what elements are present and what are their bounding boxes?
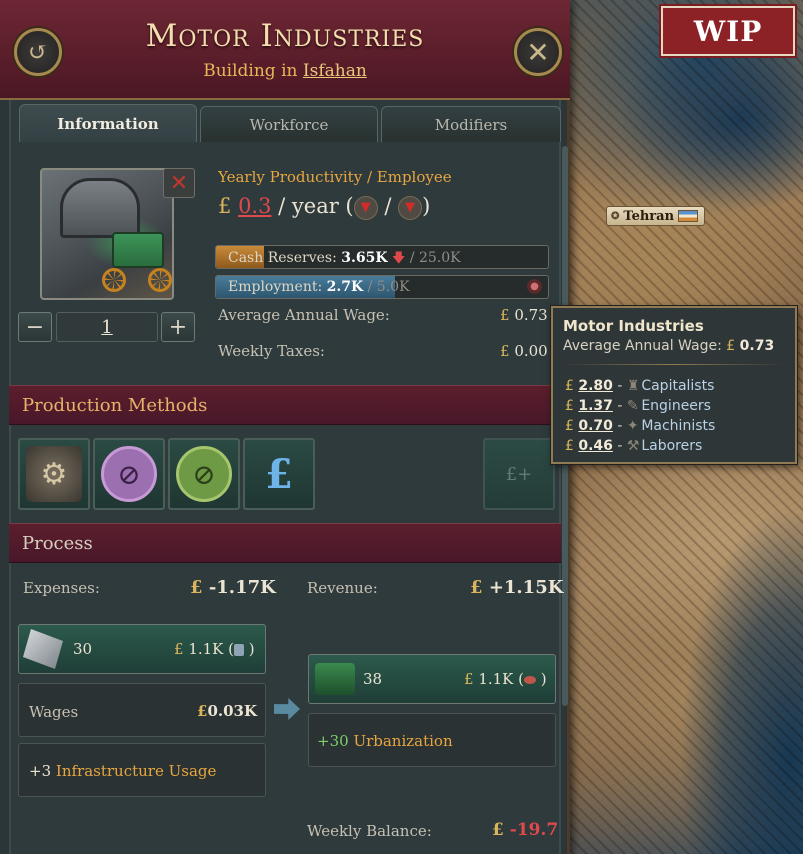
steel-icon (23, 629, 63, 669)
city-label-tehran[interactable]: ✪ Tehran (606, 206, 706, 226)
weekly-balance-label: Weekly Balance: (307, 822, 432, 840)
employment-max: / 5.0K (367, 279, 410, 295)
tooltip-title: Motor Industries (563, 317, 704, 335)
output-value: £ 1.1K ( ) (464, 670, 547, 688)
pm-button-gear[interactable]: ⊘ (168, 438, 240, 510)
urbanization-text: +30 Urbanization (317, 732, 453, 750)
city-name: Tehran (623, 208, 675, 224)
pound-icon: £ (218, 194, 232, 218)
slash: / (384, 194, 392, 218)
employment-bar[interactable]: Employment: 2.7K / 5.0K ● (215, 275, 549, 299)
back-arrow-icon: ↺ (27, 38, 49, 66)
tooltip-row-engineers: £ 1.37 - ✎ Engineers (565, 398, 711, 414)
meat-icon (524, 676, 537, 684)
wages-box[interactable]: Wages £0.03K (18, 683, 266, 737)
building-panel: Motor Industries Building in Isfahan ↺ ✕… (0, 0, 570, 854)
urbanization-box[interactable]: +30 Urbanization (308, 713, 556, 767)
barrel-icon (234, 644, 245, 656)
close-x-icon: ✕ (169, 170, 189, 196)
output-good-engines[interactable]: 38 £ 1.1K ( ) (308, 654, 556, 704)
close-x-icon: ✕ (526, 35, 550, 69)
output-amount: 38 (363, 670, 383, 688)
cash-reserves-max: / 25.0K (409, 250, 461, 266)
capital-star-icon: ✪ (611, 210, 620, 222)
per-year: / year ( (278, 194, 354, 218)
factory-gears-icon: ⚙ (26, 446, 82, 502)
down-arrow-icon: 🡇 (391, 251, 406, 266)
tab-information[interactable]: Information (19, 104, 197, 142)
engineer-icon: ✎ (626, 398, 639, 414)
tooltip-divider (563, 364, 785, 365)
subtitle-in: in (281, 61, 298, 81)
wages-label: Wages (29, 703, 79, 721)
wage-tooltip: Motor Industries Average Annual Wage: £ … (551, 306, 797, 464)
page-title: Motor Industries (145, 18, 425, 54)
productivity-line: £ 0.3 / year (▼ / ▼) (218, 194, 430, 220)
revenue-value[interactable]: £ +1.15K (470, 577, 563, 598)
employment-text: Employment: 2.7K / 5.0K (228, 279, 410, 295)
no-automobile-icon: ⊘ (101, 446, 157, 502)
pm-button-ownership[interactable]: £ (243, 438, 315, 510)
avg-wage-label: Average Annual Wage: (218, 306, 390, 324)
tooltip-row-machinists: £ 0.70 - ✦ Machinists (565, 418, 716, 434)
close-button[interactable]: ✕ (514, 28, 562, 76)
subtitle: Building in Isfahan (0, 61, 570, 81)
capitalist-icon: ♜ (626, 378, 640, 394)
tab-modifiers[interactable]: Modifiers (381, 106, 561, 142)
input-value: £ 1.1K ( ) (174, 640, 255, 658)
process-header: Process (9, 523, 561, 563)
weekly-taxes-value: £ 0.00 (500, 342, 548, 360)
tooltip-subtitle: Average Annual Wage: £ 0.73 (563, 338, 775, 354)
infrastructure-text: +3 Infrastructure Usage (29, 762, 217, 780)
cash-reserves-text: Cash Reserves: 3.65K 🡇 / 25.0K (228, 250, 461, 266)
subtitle-prefix: Building (203, 61, 276, 81)
down-arrow-icon: ▼ (353, 195, 378, 220)
close-paren: ) (422, 194, 431, 218)
increase-level-button[interactable]: + (161, 312, 195, 342)
country-flag-icon (678, 210, 699, 222)
productivity-value[interactable]: 0.3 (238, 194, 271, 218)
demolish-button[interactable]: ✕ (163, 168, 195, 198)
infrastructure-box[interactable]: +3 Infrastructure Usage (18, 743, 266, 797)
decrease-level-button[interactable]: − (18, 312, 52, 342)
pound-hand-icon: £ (265, 450, 293, 498)
wrench-icon: ✦ (626, 418, 639, 434)
expenses-label: Expenses: (23, 579, 100, 597)
weekly-balance-value[interactable]: £ -19.7 (492, 820, 558, 840)
production-methods-header: Production Methods (9, 385, 561, 425)
productivity-label: Yearly Productivity / Employee (218, 168, 452, 186)
panel-header: Motor Industries Building in Isfahan ↺ ✕ (0, 0, 570, 100)
cash-reserves-bar[interactable]: Cash Reserves: 3.65K 🡇 / 25.0K (215, 245, 549, 269)
person-icon: ● (527, 279, 542, 294)
expenses-value[interactable]: £ -1.17K (190, 577, 276, 598)
input-amount: 30 (73, 640, 93, 658)
wip-badge: WIP (659, 4, 797, 58)
back-button[interactable]: ↺ (14, 28, 62, 76)
engine-icon (315, 663, 355, 695)
down-arrow-icon: ▼ (398, 195, 423, 220)
add-pm-button[interactable]: £+ (483, 438, 555, 510)
weekly-taxes-label: Weekly Taxes: (218, 342, 325, 360)
no-gear-icon: ⊘ (176, 446, 232, 502)
cash-reserves-value: 3.65K (341, 250, 388, 266)
wages-value: £0.03K (197, 702, 258, 720)
tab-workforce[interactable]: Workforce (200, 106, 378, 142)
tooltip-row-capitalists: £ 2.80 - ♜ Capitalists (565, 378, 715, 394)
employment-value: 2.7K (326, 279, 364, 295)
location-link[interactable]: Isfahan (303, 61, 367, 81)
level-stepper[interactable]: 1 (56, 312, 158, 342)
pm-button-automobile[interactable]: ⊘ (93, 438, 165, 510)
shovel-icon: ⚒ (626, 438, 640, 454)
building-image (40, 168, 174, 300)
pm-button-factory[interactable]: ⚙ (18, 438, 90, 510)
tooltip-row-laborers: £ 0.46 - ⚒ Laborers (565, 438, 703, 454)
revenue-label: Revenue: (307, 579, 378, 597)
add-pm-label: £+ (505, 463, 533, 485)
avg-wage-value[interactable]: £ 0.73 (500, 306, 548, 324)
input-good-steel[interactable]: 30 £ 1.1K ( ) (18, 624, 266, 674)
